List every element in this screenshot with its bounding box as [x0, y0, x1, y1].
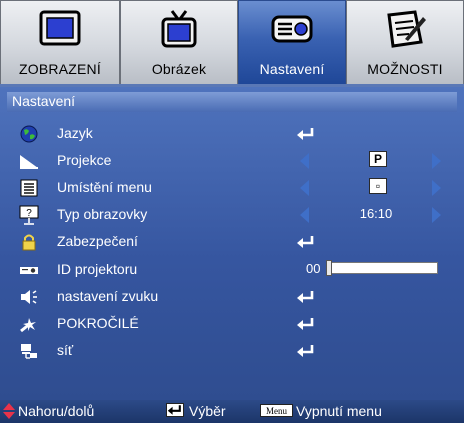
menu-item-projekce[interactable]: Projekce P — [0, 148, 464, 176]
menu-location-value: ▫ — [369, 178, 387, 194]
panel-title-bar: Nastavení — [7, 92, 457, 112]
enter-icon[interactable] — [296, 235, 316, 249]
notepad-icon — [387, 10, 426, 48]
projector-id-icon — [20, 267, 38, 274]
menu-item-nastaveni-zvuku[interactable]: nastavení zvuku — [0, 284, 464, 312]
settings-panel: Nastavení Jazyk Projekce P Umístění menu… — [0, 87, 464, 400]
tab-obrazek[interactable]: Obrázek — [120, 0, 238, 84]
tv-icon — [161, 10, 197, 48]
svg-text:?: ? — [26, 208, 32, 219]
tab-nastaveni[interactable]: Nastavení — [238, 0, 346, 84]
select-hint: Výběr — [189, 403, 226, 419]
up-down-arrow-icon — [3, 403, 15, 419]
right-arrow-icon[interactable] — [432, 207, 441, 223]
tab-moznosti[interactable]: MOŽNOSTI — [346, 0, 464, 84]
advanced-icon — [20, 318, 36, 333]
projector-osd-menu: ZOBRAZENÍ Obrázek Nastavení MOŽNOSTI Nas… — [0, 0, 464, 423]
right-arrow-icon[interactable] — [432, 180, 441, 196]
menu-item-umisteni-menu[interactable]: Umístění menu ▫ — [0, 175, 464, 203]
lock-icon — [22, 234, 36, 251]
tab-bar: ZOBRAZENÍ Obrázek Nastavení MOŽNOSTI — [0, 0, 464, 84]
enter-icon[interactable] — [296, 317, 316, 331]
menu-item-sit[interactable]: síť — [0, 338, 464, 366]
monitor-icon — [39, 10, 81, 46]
tab-label: MOŽNOSTI — [367, 61, 443, 77]
projection-icon — [20, 155, 38, 169]
network-icon — [21, 344, 37, 359]
screen-type-value: 16:10 — [359, 206, 393, 221]
panel-title: Nastavení — [12, 93, 76, 109]
tab-label: ZOBRAZENÍ — [19, 61, 101, 77]
menu-item-id-projektoru[interactable]: ID projektoru 00 — [0, 257, 464, 285]
menu-item-label: ID projektoru — [57, 261, 138, 277]
menu-item-label: Umístění menu — [57, 179, 152, 195]
tab-zobrazeni[interactable]: ZOBRAZENÍ — [0, 0, 120, 84]
tab-label: Nastavení — [259, 61, 325, 77]
menu-item-zabezpeceni[interactable]: Zabezpečení — [0, 229, 464, 257]
globe-icon — [20, 125, 38, 143]
menu-item-typ-obrazovky[interactable]: ? Typ obrazovky 16:10 — [0, 202, 464, 230]
right-arrow-icon[interactable] — [432, 153, 441, 169]
menu-item-label: POKROČILÉ — [57, 315, 139, 331]
enter-icon[interactable] — [296, 290, 316, 304]
projector-icon — [271, 15, 313, 43]
enter-icon[interactable] — [296, 127, 316, 141]
slider-knob[interactable] — [326, 260, 332, 276]
exit-menu-hint: Vypnutí menu — [296, 403, 382, 419]
tab-label: Obrázek — [151, 61, 207, 77]
menu-location-icon — [20, 179, 38, 197]
menu-item-label: Typ obrazovky — [57, 206, 148, 222]
left-arrow-icon[interactable] — [300, 180, 309, 196]
menu-item-label: Zabezpečení — [57, 233, 138, 249]
projector-id-value: 00 — [306, 261, 321, 276]
enter-icon[interactable] — [296, 344, 316, 358]
projection-value: P — [369, 151, 387, 167]
footer-hint-bar: Nahoru/dolů Výběr Menu Vypnutí menu — [0, 400, 464, 423]
menu-item-jazyk[interactable]: Jazyk — [0, 121, 464, 149]
menu-item-label: síť — [57, 342, 74, 358]
left-arrow-icon[interactable] — [300, 207, 309, 223]
menu-item-label: Projekce — [57, 152, 112, 168]
menu-item-label: nastavení zvuku — [57, 288, 159, 304]
enter-key-icon — [166, 403, 184, 417]
menu-item-label: Jazyk — [57, 125, 93, 141]
menu-item-pokrocile[interactable]: POKROČILÉ — [0, 311, 464, 339]
left-arrow-icon[interactable] — [300, 153, 309, 169]
projector-id-slider[interactable] — [326, 260, 438, 276]
navigate-hint: Nahoru/dolů — [18, 403, 95, 419]
screen-type-icon: ? — [19, 205, 39, 225]
speaker-icon — [21, 290, 37, 304]
menu-key-icon: Menu — [260, 404, 293, 417]
